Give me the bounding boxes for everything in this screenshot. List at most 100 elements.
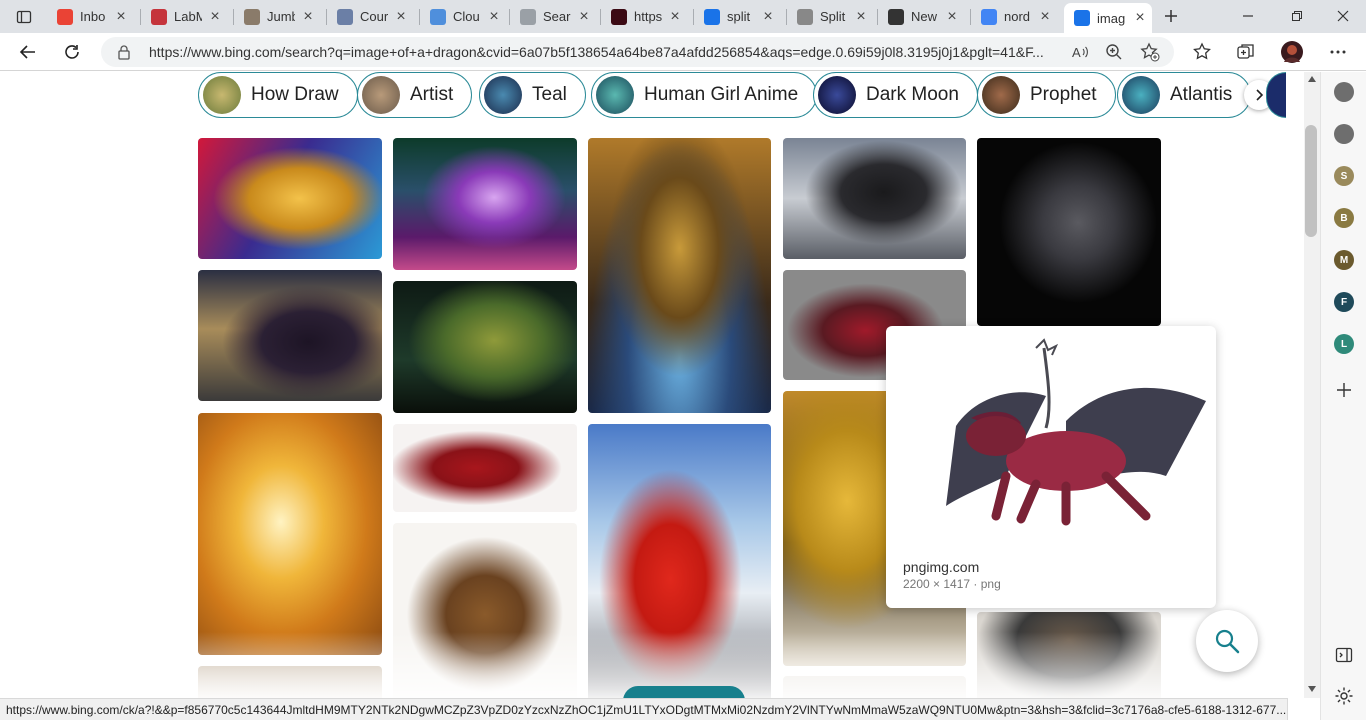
hide-sidebar-icon[interactable]: [1334, 645, 1354, 670]
sidebar-app-icon[interactable]: M: [1334, 250, 1354, 270]
close-icon[interactable]: ×: [113, 8, 129, 26]
sidebar-app-icon[interactable]: B: [1334, 208, 1354, 228]
tab-title: Cour: [360, 9, 388, 24]
jumbo-icon: [244, 8, 260, 25]
chip-label: How Draw: [251, 84, 339, 105]
tab-search-icon[interactable]: split ×: [694, 4, 780, 29]
lock-icon[interactable]: [117, 44, 131, 65]
scroll-down-icon[interactable]: [1308, 686, 1316, 692]
close-icon[interactable]: ×: [944, 8, 960, 26]
image-result-wizard-dragon[interactable]: [588, 138, 771, 413]
gmail-icon: [57, 8, 73, 25]
profile-avatar[interactable]: [1279, 39, 1305, 65]
image-result-red-dragon[interactable]: [393, 424, 577, 512]
close-icon[interactable]: ×: [1132, 9, 1148, 27]
settings-more-icon[interactable]: [1325, 39, 1351, 65]
image-result-golden-dragon[interactable]: [198, 138, 382, 259]
sidebar-app-icon[interactable]: [1334, 82, 1354, 102]
gear-icon: [520, 8, 536, 25]
visual-search-button[interactable]: [1196, 610, 1258, 672]
close-icon[interactable]: ×: [486, 8, 502, 26]
tab-newtab-icon[interactable]: New ×: [878, 4, 964, 29]
tab-course-icon[interactable]: Cour ×: [327, 4, 413, 29]
back-button[interactable]: [13, 37, 43, 67]
tab-title: split: [727, 9, 751, 24]
page-scrollbar[interactable]: [1304, 72, 1320, 698]
read-aloud-icon[interactable]: A: [1067, 39, 1093, 65]
chip-label: Atlantis: [1170, 84, 1233, 105]
chip-thumbnail: [1122, 76, 1160, 114]
refresh-button[interactable]: [57, 37, 87, 67]
cloud-icon: [430, 8, 446, 25]
chip-thumbnail: [818, 76, 856, 114]
image-result-green-dragon[interactable]: [393, 281, 577, 413]
address-bar[interactable]: https://www.bing.com/search?q=image+of+a…: [101, 37, 1174, 67]
close-window-button[interactable]: [1328, 1, 1358, 31]
google-icon: [981, 8, 997, 25]
tab-title: imag: [1097, 10, 1125, 26]
chip-thumbnail: [362, 76, 400, 114]
zoom-icon[interactable]: [1101, 39, 1127, 65]
tab-search-icon[interactable]: imag ×: [1064, 3, 1152, 33]
sidebar-app-icon[interactable]: L: [1334, 334, 1354, 354]
close-icon[interactable]: ×: [853, 8, 869, 26]
tab-title: New: [911, 9, 938, 24]
image-result-feathered-dragon[interactable]: [393, 138, 577, 270]
tab-title: nord: [1004, 9, 1031, 24]
see-more-button[interactable]: [623, 686, 745, 698]
image-icon: [797, 8, 813, 25]
tab-cloud-icon[interactable]: Clou ×: [420, 4, 506, 29]
sidebar-app-icon[interactable]: [1334, 124, 1354, 144]
image-result-dragon-woman[interactable]: [198, 413, 382, 655]
new-tab-button[interactable]: [1156, 1, 1186, 31]
image-preview-card[interactable]: pngimg.com 2200 × 1417 · png: [886, 326, 1216, 608]
chip-thumbnail: [982, 76, 1020, 114]
related-search-chip[interactable]: Dark Moon: [813, 72, 978, 118]
related-search-chip[interactable]: How Draw: [198, 72, 358, 118]
close-icon[interactable]: ×: [760, 8, 776, 26]
image-result-black-dragon[interactable]: [198, 270, 382, 401]
related-search-chip[interactable]: Human Girl Anime: [591, 72, 818, 118]
favorites-icon[interactable]: [1189, 39, 1215, 65]
scroll-up-icon[interactable]: [1308, 76, 1316, 82]
add-sidebar-icon[interactable]: [1334, 380, 1354, 405]
tab-title: Clou: [453, 9, 480, 24]
tab-dark-tile-icon[interactable]: https ×: [601, 4, 687, 29]
chip-label: Prophet: [1030, 84, 1097, 105]
add-favorite-icon[interactable]: [1137, 39, 1163, 65]
url-text[interactable]: https://www.bing.com/search?q=image+of+a…: [149, 44, 1059, 60]
close-icon[interactable]: ×: [667, 8, 683, 26]
chip-label: Human Girl Anime: [644, 84, 799, 105]
tab-pdf-icon[interactable]: LabM ×: [141, 4, 227, 29]
related-search-chip[interactable]: Teal: [479, 72, 586, 118]
close-icon[interactable]: ×: [207, 8, 223, 26]
sidebar-app-icon[interactable]: S: [1334, 166, 1354, 186]
tab-gear-icon[interactable]: Sear ×: [510, 4, 596, 29]
tab-image-icon[interactable]: Split ×: [787, 4, 873, 29]
collections-icon[interactable]: [1233, 39, 1259, 65]
tab-strip: Inbo×LabM×Jumb×Cour×Clou×Sear×https×spli…: [0, 0, 1366, 33]
tab-title: LabM: [174, 9, 202, 24]
image-result-dark-dragon-snow[interactable]: [783, 138, 966, 259]
close-icon[interactable]: ×: [300, 8, 316, 26]
image-result-skeletal-dragon[interactable]: [977, 138, 1161, 326]
related-search-chip-partial[interactable]: [1266, 72, 1286, 118]
tab-jumbo-icon[interactable]: Jumb ×: [234, 4, 320, 29]
scrollbar-thumb[interactable]: [1305, 125, 1317, 237]
close-icon[interactable]: ×: [576, 8, 592, 26]
restore-button[interactable]: [1282, 1, 1312, 31]
related-search-chip[interactable]: Artist: [357, 72, 473, 118]
related-search-chip[interactable]: Atlantis: [1117, 72, 1252, 118]
image-source-site[interactable]: pngimg.com: [903, 559, 979, 575]
close-icon[interactable]: ×: [1037, 8, 1053, 26]
close-icon[interactable]: ×: [393, 8, 409, 26]
gear-icon[interactable]: [1334, 686, 1354, 711]
minimize-button[interactable]: [1233, 1, 1263, 31]
sidebar-app-icon[interactable]: F: [1334, 292, 1354, 312]
tab-gmail-icon[interactable]: Inbo ×: [47, 4, 133, 29]
related-search-chip[interactable]: Prophet: [977, 72, 1116, 118]
tab-google-icon[interactable]: nord ×: [971, 4, 1057, 29]
pdf-icon: [151, 8, 167, 25]
chip-label: Dark Moon: [866, 84, 959, 105]
tab-actions-icon[interactable]: [9, 2, 39, 32]
